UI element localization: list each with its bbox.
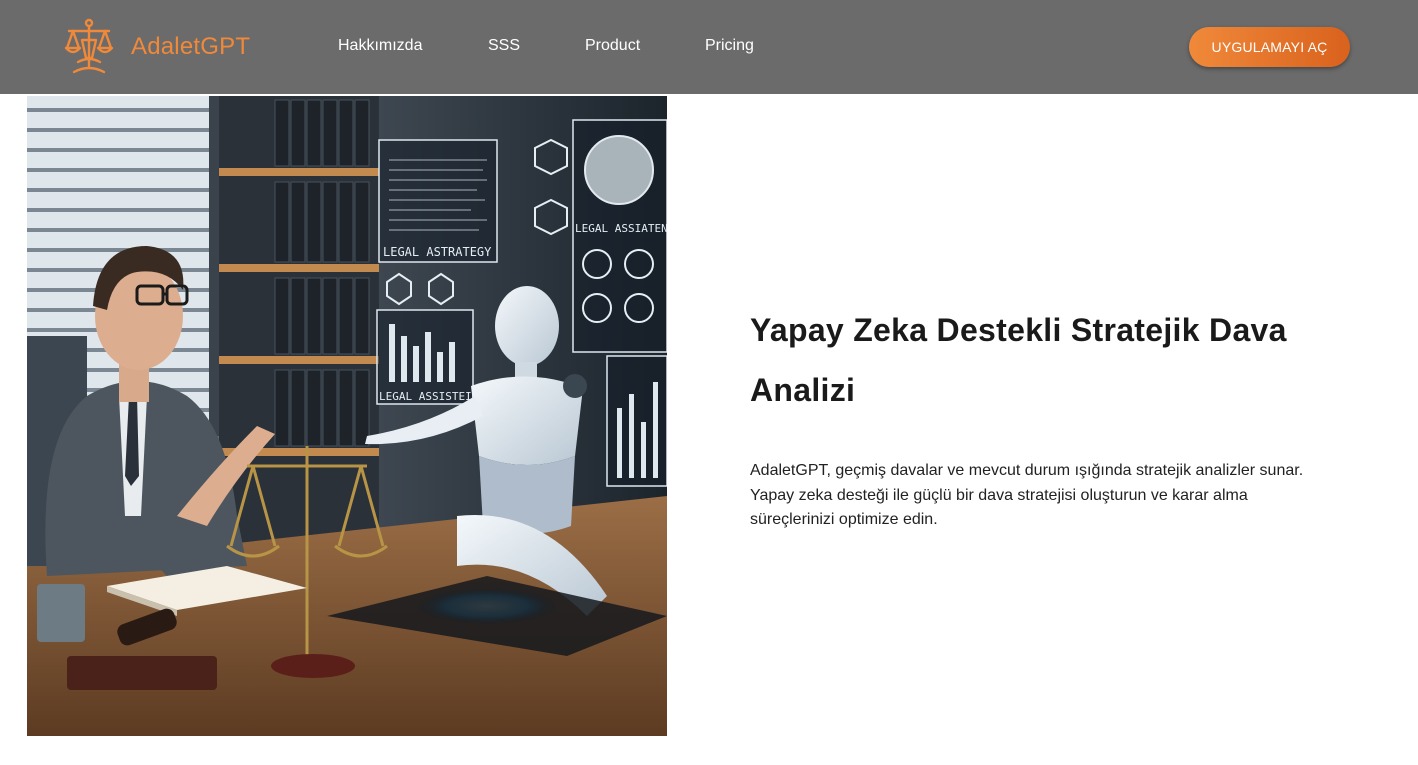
- nav-link-product[interactable]: Product: [585, 37, 640, 55]
- brand-logo-link[interactable]: AdaletGPT: [64, 18, 250, 76]
- top-navbar: AdaletGPT Hakkımızda SSS Product Pricing…: [0, 0, 1418, 94]
- hero-headline: Yapay Zeka Destekli Stratejik Dava Anali…: [750, 312, 1287, 408]
- brand-name: AdaletGPT: [131, 33, 251, 60]
- open-app-button[interactable]: UYGULAMAYI AÇ: [1189, 27, 1350, 67]
- nav-link-sss[interactable]: SSS: [488, 37, 520, 55]
- hologram-label-strategy: LEGAL ASTRATEGY: [383, 245, 492, 259]
- nav-link-hakkimizda[interactable]: Hakkımızda: [338, 37, 422, 55]
- nav-link-pricing[interactable]: Pricing: [705, 37, 754, 55]
- hero-illustration: LEGAL ASTRATEGY LEGAL ASSIATENC LEGAL AS…: [27, 96, 667, 736]
- hero-description: AdaletGPT, geçmiş davalar ve mevcut duru…: [750, 462, 1304, 528]
- hologram-label-assistant: LEGAL ASSIATENC: [575, 222, 667, 235]
- scales-of-justice-icon: [64, 18, 114, 76]
